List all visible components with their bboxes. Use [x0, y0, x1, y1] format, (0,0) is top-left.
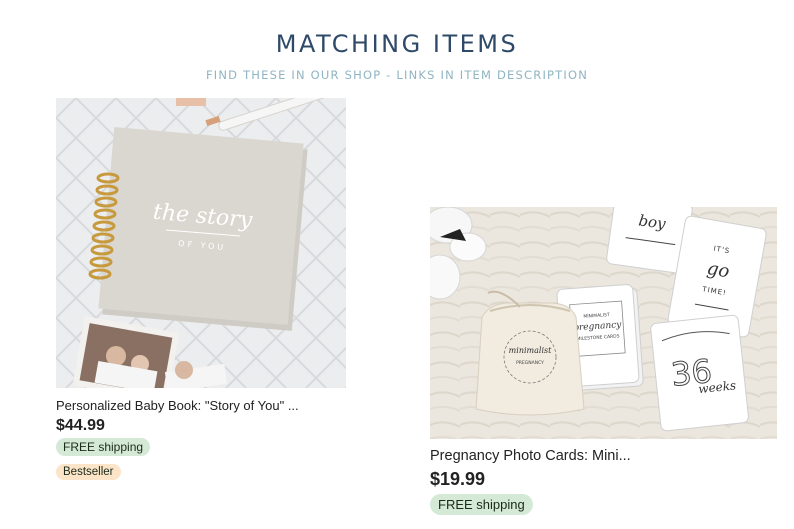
section-title: MATCHING ITEMS — [275, 30, 519, 58]
product-card-pregnancy-cards[interactable]: boy IT'S go TIME! 36 weeks MINIMALIST pr… — [430, 207, 777, 515]
card-text-boy: boy — [637, 211, 667, 233]
product-price: $19.99 — [430, 469, 486, 489]
product-card-baby-book[interactable]: the story OF YOU Personalized Baby Book:… — [56, 98, 346, 480]
section-subtitle: FIND THESE IN OUR SHOP - LINKS IN ITEM D… — [205, 68, 589, 82]
card-text-go: go — [705, 258, 731, 283]
product-title[interactable]: Pregnancy Photo Cards: Mini... — [430, 448, 777, 464]
bag-text-1: minimalist — [509, 346, 552, 355]
product-image-baby-book[interactable]: the story OF YOU — [56, 98, 346, 388]
product-image-pregnancy-cards[interactable]: boy IT'S go TIME! 36 weeks MINIMALIST pr… — [430, 207, 777, 439]
bestseller-badge: Bestseller — [56, 464, 121, 480]
free-shipping-badge: FREE shipping — [430, 494, 533, 515]
bag-text-2: PREGNANCY — [516, 360, 544, 366]
product-price: $44.99 — [56, 417, 105, 434]
free-shipping-badge: FREE shipping — [56, 438, 151, 456]
product-title[interactable]: Personalized Baby Book: "Story of You" .… — [56, 398, 346, 413]
